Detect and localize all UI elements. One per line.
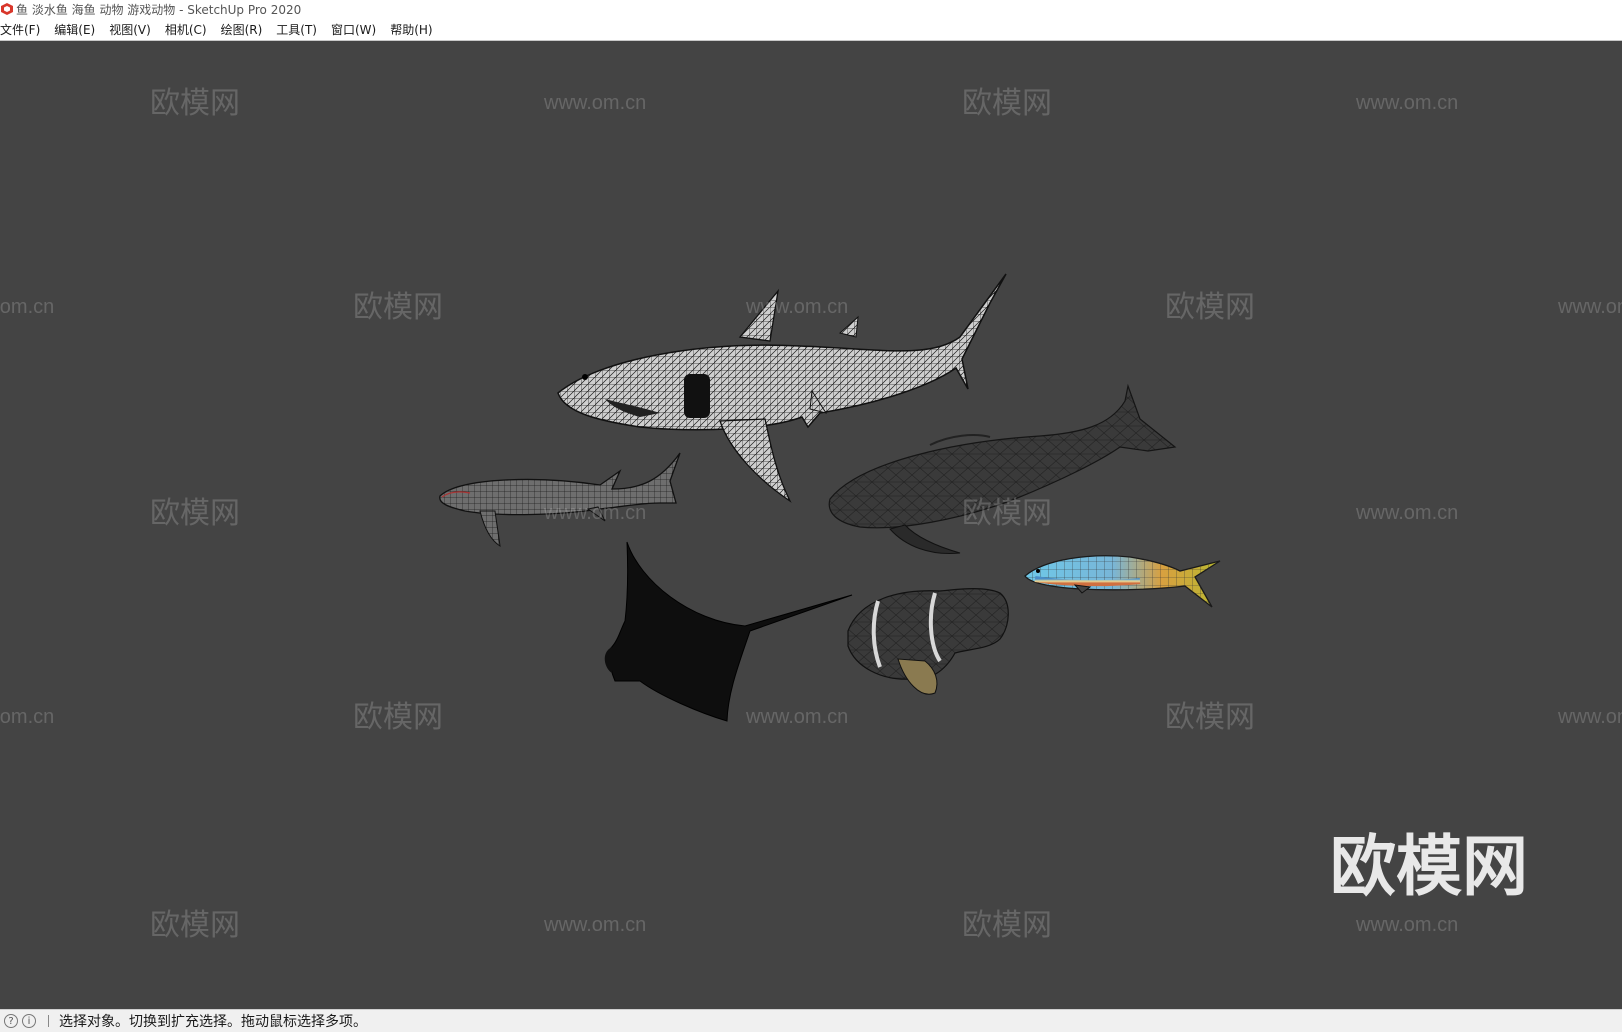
sperm-whale-model[interactable] [828, 383, 1177, 555]
status-message: 选择对象。切换到扩充选择。拖动鼠标选择多项。 [59, 1014, 367, 1030]
info-icon[interactable]: i [22, 1014, 36, 1028]
menu-view[interactable]: 视图(V) [109, 21, 158, 38]
title-bar: 鱼 淡水鱼 海鱼 动物 游戏动物 - SketchUp Pro 2020 [0, 0, 1622, 18]
menu-edit[interactable]: 编辑(E) [54, 21, 102, 38]
menu-draw[interactable]: 绘图(R) [221, 21, 270, 38]
geo-location-icon[interactable]: ? [4, 1014, 18, 1028]
window-title: 鱼 淡水鱼 海鱼 动物 游戏动物 - SketchUp Pro 2020 [16, 2, 302, 17]
manta-ray-model[interactable] [604, 541, 853, 722]
status-divider [48, 1015, 49, 1027]
status-bar: ? i 选择对象。切换到扩充选择。拖动鼠标选择多项。 [0, 1009, 1622, 1032]
menu-file[interactable]: 文件(F) [0, 21, 47, 38]
drawing-viewport[interactable]: 欧模网 www.om.cn 欧模网 www.om.cn www.om.cn 欧模… [0, 41, 1622, 1009]
menu-window[interactable]: 窗口(W) [331, 21, 383, 38]
menu-camera[interactable]: 相机(C) [165, 21, 214, 38]
clownfish-model[interactable] [847, 588, 1009, 695]
whale-shark-model[interactable] [439, 452, 681, 547]
menu-tools[interactable]: 工具(T) [276, 21, 324, 38]
sketchup-logo-icon [1, 3, 13, 15]
menu-bar: 文件(F) 编辑(E) 视图(V) 相机(C) 绘图(R) 工具(T) 窗口(W… [0, 18, 1622, 41]
model-scene [439, 273, 1221, 722]
menu-help[interactable]: 帮助(H) [390, 21, 439, 38]
colorful-fish-model[interactable] [1024, 555, 1221, 608]
